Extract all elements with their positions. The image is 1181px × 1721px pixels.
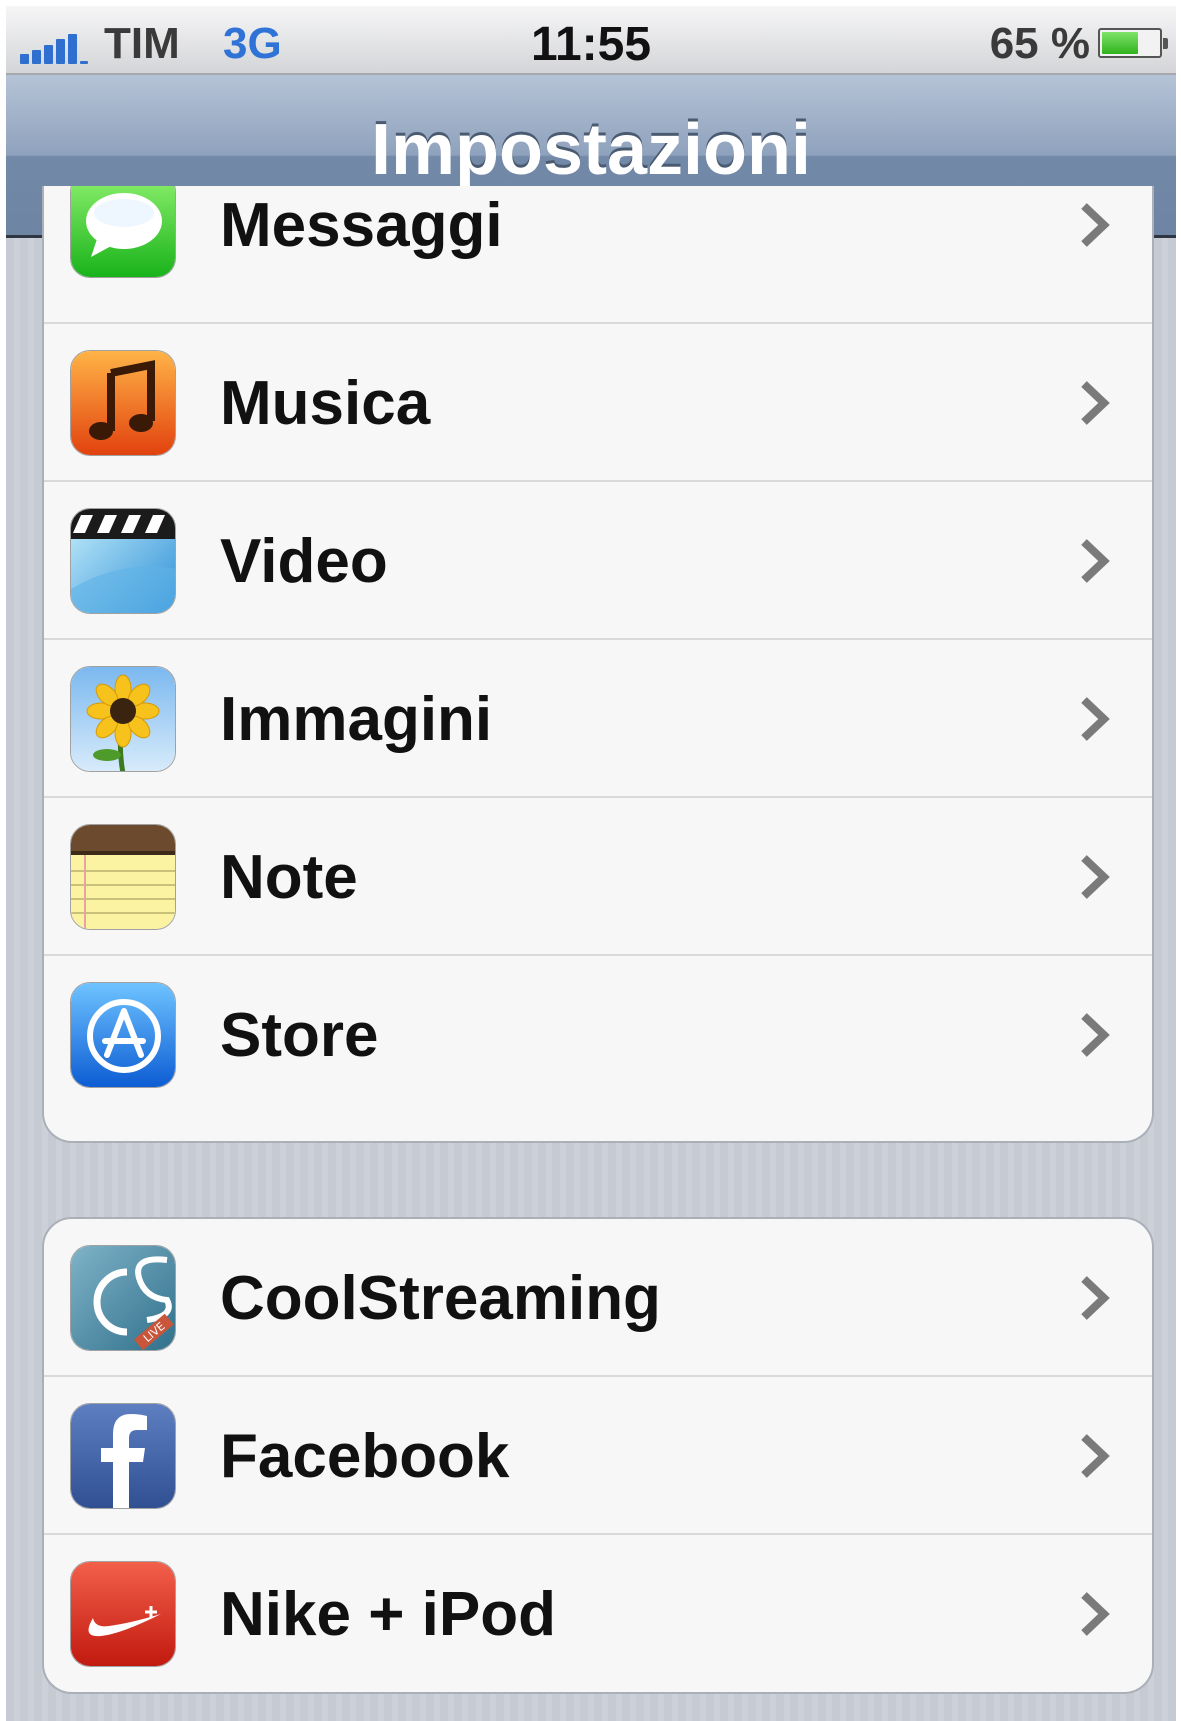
settings-row-label: Musica	[220, 369, 431, 438]
photos-icon	[70, 666, 176, 772]
settings-row-label: Immagini	[220, 685, 493, 754]
notes-icon	[70, 824, 176, 930]
settings-row-coolstreaming[interactable]: LIVE CoolStreaming	[44, 1219, 1152, 1377]
settings-row-store[interactable]: Store	[44, 956, 1152, 1114]
app-store-icon	[70, 982, 176, 1088]
settings-row-label: Facebook	[220, 1422, 510, 1491]
battery-level-fill	[1102, 32, 1139, 54]
status-bar: TIM 3G 11:55 65 %	[6, 6, 1176, 75]
chevron-right-icon	[1074, 536, 1114, 586]
chevron-right-icon	[1074, 200, 1114, 250]
settings-row-video[interactable]: Video	[44, 482, 1152, 640]
settings-row-note[interactable]: Note	[44, 798, 1152, 956]
settings-row-messaggi[interactable]: Messaggi	[44, 186, 1152, 324]
chevron-right-icon	[1074, 1589, 1114, 1639]
settings-row-label: CoolStreaming	[220, 1264, 661, 1333]
messages-icon	[70, 186, 176, 278]
battery-percentage: 65 %	[989, 19, 1090, 68]
music-icon	[70, 350, 176, 456]
chevron-right-icon	[1074, 1431, 1114, 1481]
battery-icon	[1098, 28, 1168, 58]
chevron-right-icon	[1074, 694, 1114, 744]
chevron-right-icon	[1074, 1010, 1114, 1060]
chevron-right-icon	[1074, 852, 1114, 902]
settings-row-label: Nike + iPod	[220, 1580, 556, 1649]
video-icon	[70, 508, 176, 614]
settings-group-apple-apps: Messaggi Musica Video Immagini Note Stor…	[42, 186, 1154, 1143]
settings-row-musica[interactable]: Musica	[44, 324, 1152, 482]
settings-row-immagini[interactable]: Immagini	[44, 640, 1152, 798]
nike-ipod-icon	[70, 1561, 176, 1667]
settings-row-nike-ipod[interactable]: Nike + iPod	[44, 1535, 1152, 1692]
chevron-right-icon	[1074, 1273, 1114, 1323]
settings-row-label: Store	[220, 1001, 379, 1070]
settings-row-label: Note	[220, 843, 358, 912]
chevron-right-icon	[1074, 378, 1114, 428]
settings-row-facebook[interactable]: Facebook	[44, 1377, 1152, 1535]
page-title: Impostazioni	[370, 110, 811, 190]
settings-group-third-party-apps: LIVE CoolStreaming Facebook Nike + iPod	[42, 1217, 1154, 1694]
facebook-icon	[70, 1403, 176, 1509]
phone-screen: TIM 3G 11:55 65 % Impostazioni Messaggi	[6, 6, 1176, 1721]
coolstreaming-icon: LIVE	[70, 1245, 176, 1351]
settings-row-label: Messaggi	[220, 191, 503, 260]
settings-row-label: Video	[220, 527, 388, 596]
